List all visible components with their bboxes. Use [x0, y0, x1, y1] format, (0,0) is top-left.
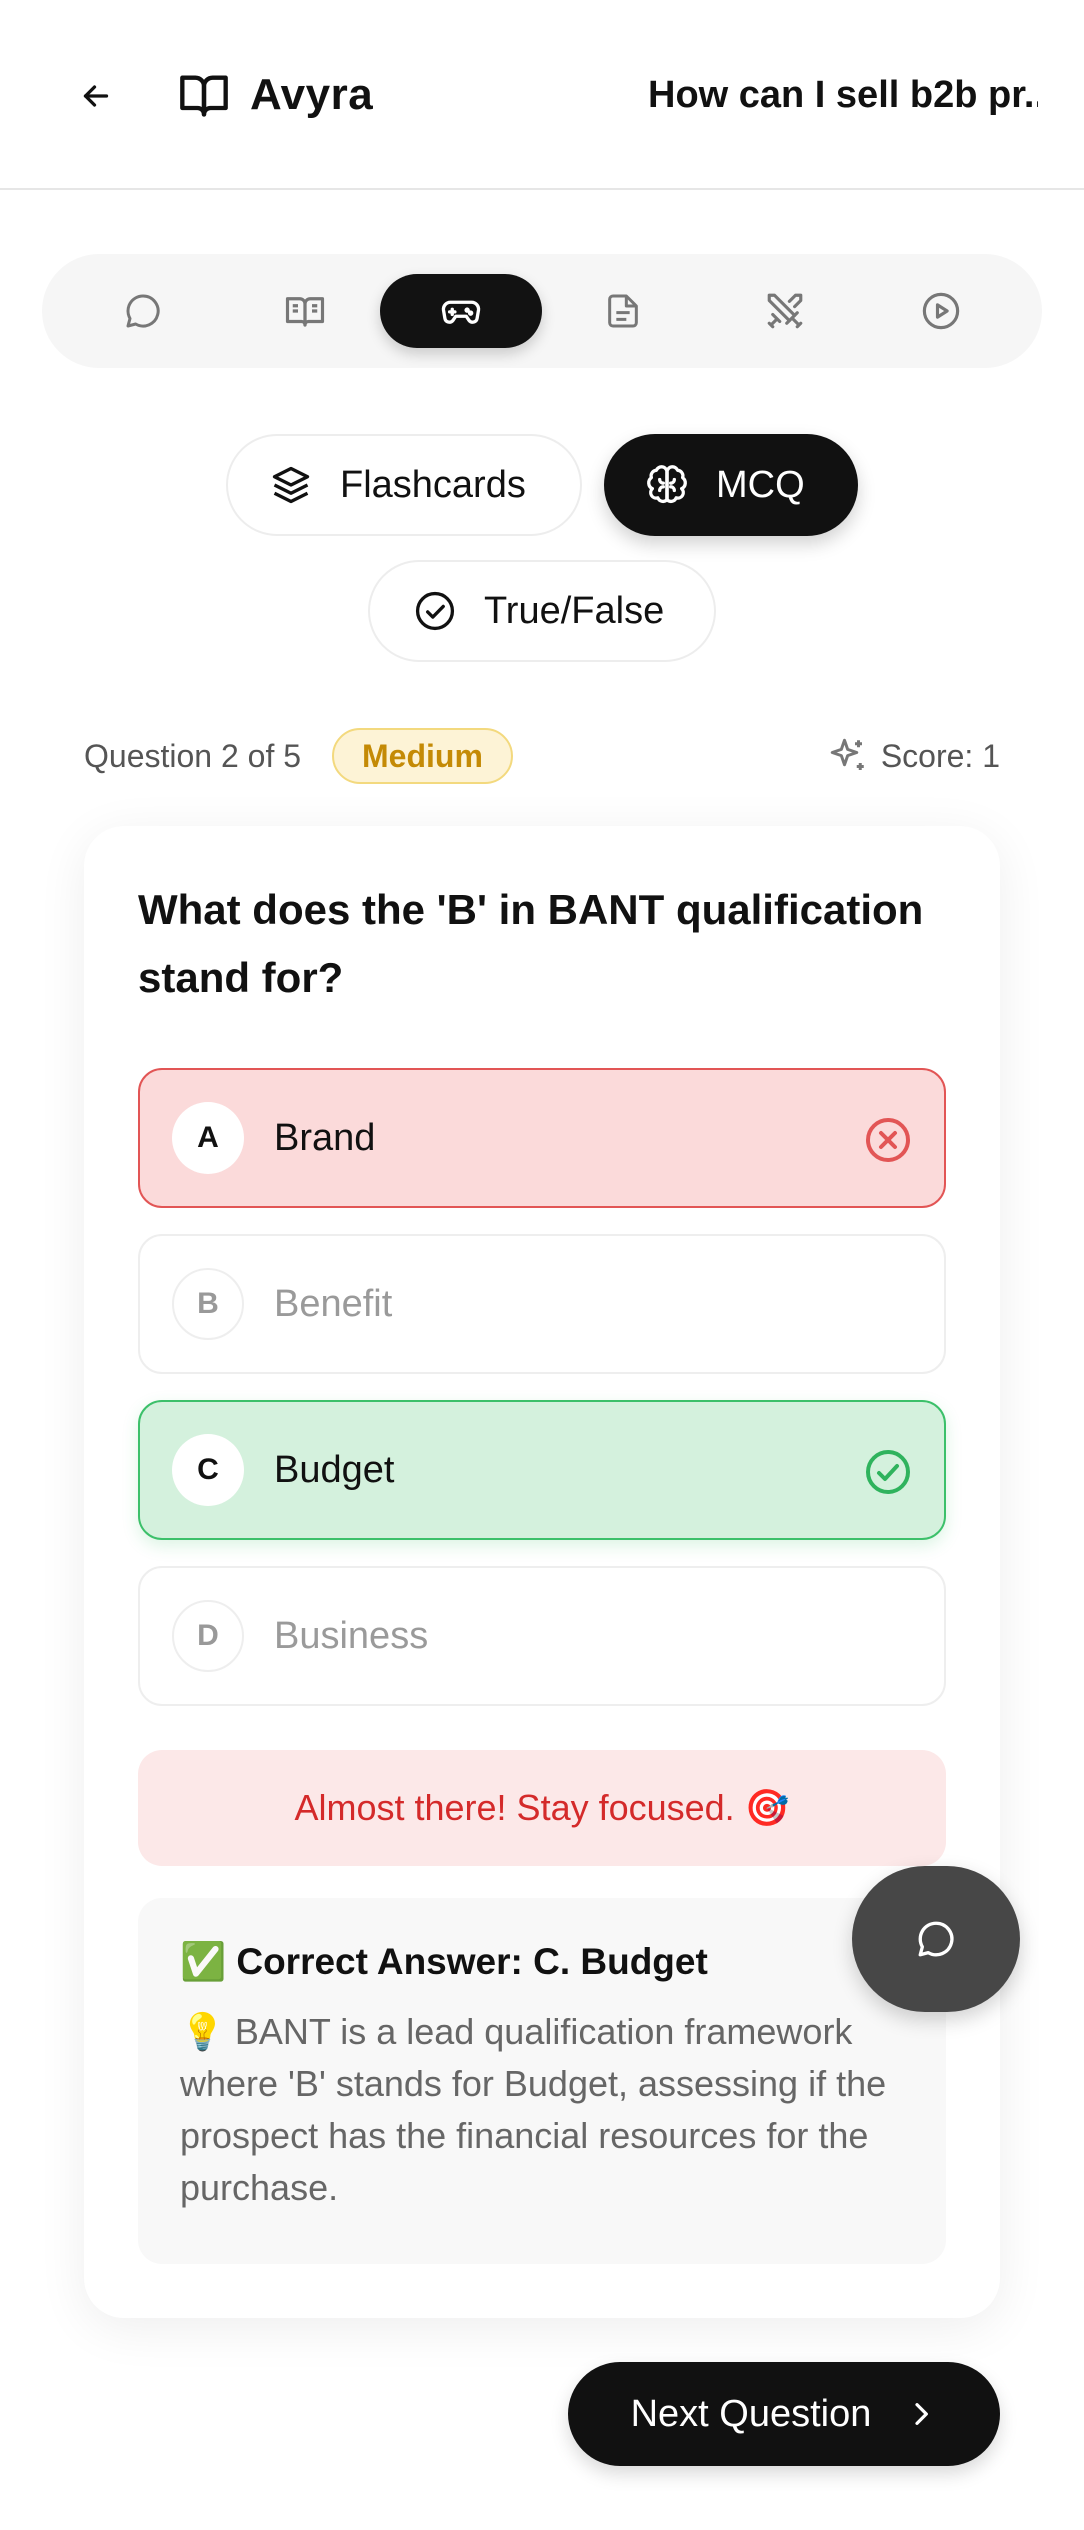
feedback-banner: Almost there! Stay focused. 🎯 — [138, 1750, 946, 1866]
chat-fab-button[interactable] — [852, 1866, 1020, 2012]
chat-bubble-icon — [918, 1921, 954, 1957]
next-question-button[interactable]: Next Question — [568, 2362, 1000, 2466]
flashcards-mode-button[interactable]: Flashcards — [226, 434, 582, 536]
flashcards-label: Flashcards — [340, 463, 526, 506]
explanation-text: 💡 BANT is a lead qualification framework… — [180, 2011, 887, 2208]
quiz-meta-row: Question 2 of 5 Medium Score: 1 — [84, 726, 1000, 786]
arrow-left-icon — [83, 85, 109, 107]
back-button[interactable] — [66, 66, 126, 126]
option-text: Benefit — [274, 1282, 393, 1325]
tab-video[interactable] — [860, 274, 1022, 348]
brand[interactable]: Avyra — [178, 62, 373, 128]
open-book-icon — [180, 75, 228, 117]
app-name: Avyra — [250, 70, 374, 119]
layers-icon — [268, 462, 314, 508]
option-letter: B — [172, 1268, 244, 1340]
crossed-swords-icon — [767, 293, 803, 329]
top-bar: Avyra How can I sell b2b pr... — [0, 0, 1084, 190]
question-progress: Question 2 of 5 — [84, 737, 302, 774]
question-text: What does the 'B' in BANT qualification … — [138, 886, 924, 1001]
option-letter: D — [172, 1600, 244, 1672]
feature-tab-bar — [42, 254, 1042, 368]
sparkles-icon — [830, 738, 864, 770]
check-circle-icon — [412, 588, 458, 634]
correct-answer-text: ✅ Correct Answer: C. Budget — [180, 1941, 708, 1982]
tab-learn[interactable] — [224, 274, 386, 348]
option-letter: C — [172, 1434, 244, 1506]
option-text: Business — [274, 1614, 429, 1657]
option-d[interactable]: D Business — [138, 1566, 946, 1706]
conversation-title[interactable]: How can I sell b2b pr... — [648, 62, 1038, 128]
score-text: Score: 1 — [880, 737, 1000, 774]
explanation-box: ✅ Correct Answer: C. Budget 💡 BANT is a … — [138, 1898, 946, 2264]
tab-chat[interactable] — [62, 274, 224, 348]
option-a[interactable]: A Brand — [138, 1068, 946, 1208]
true-false-mode-button[interactable]: True/False — [368, 560, 716, 662]
difficulty-badge: Medium — [332, 728, 513, 784]
tab-notes[interactable] — [542, 274, 704, 348]
question-card: What does the 'B' in BANT qualification … — [84, 826, 1000, 2318]
brain-icon — [644, 462, 690, 508]
check-circle-icon — [866, 1450, 910, 1494]
tab-games[interactable] — [380, 274, 542, 348]
option-text: Brand — [274, 1116, 376, 1159]
option-c[interactable]: C Budget — [138, 1400, 946, 1540]
option-letter: A — [172, 1102, 244, 1174]
chevron-right-icon — [915, 2403, 929, 2425]
mcq-mode-button[interactable]: MCQ — [604, 434, 858, 536]
next-question-label: Next Question — [630, 2392, 872, 2435]
chat-bubble-icon — [126, 294, 160, 328]
tab-battle[interactable] — [704, 274, 866, 348]
play-circle-icon — [922, 292, 960, 330]
x-circle-icon — [866, 1118, 910, 1162]
score-display: Score: 1 — [827, 726, 1000, 786]
option-text: Budget — [274, 1448, 395, 1491]
true-false-label: True/False — [484, 589, 665, 632]
mcq-label: MCQ — [716, 463, 805, 506]
book-icon — [285, 297, 325, 327]
gamepad-icon — [441, 300, 481, 324]
option-b[interactable]: B Benefit — [138, 1234, 946, 1374]
document-icon — [608, 294, 638, 328]
